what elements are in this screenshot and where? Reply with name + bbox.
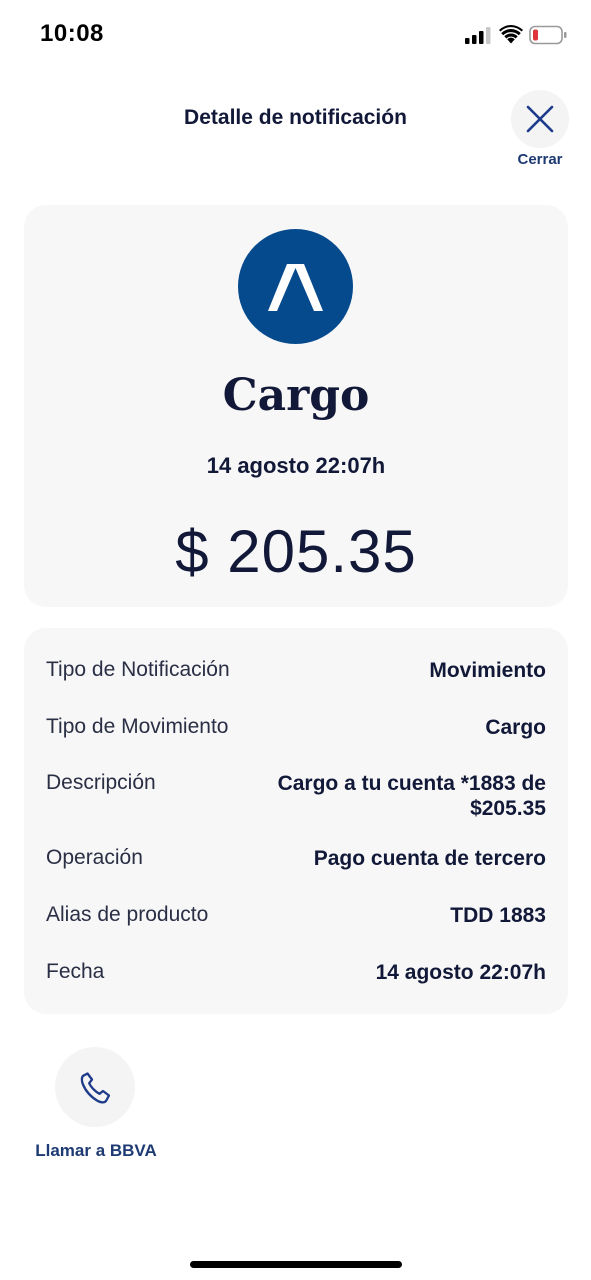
notification-detail-screen: 10:08 Detalle de notificación Cerrar Car…	[0, 0, 591, 1280]
close-icon[interactable]	[525, 104, 555, 134]
call-bbva-label[interactable]: Llamar a BBVA	[30, 1141, 162, 1161]
battery-icon	[529, 25, 567, 45]
detail-label: Tipo de Notificación	[46, 658, 230, 681]
call-button-circle[interactable]	[55, 1047, 135, 1127]
detail-value: Movimiento	[429, 659, 546, 682]
detail-value: 14 agosto 22:07h	[375, 961, 546, 984]
cellular-signal-icon	[465, 27, 491, 44]
detail-value: Pago cuenta de tercero	[313, 847, 546, 870]
detail-label: Tipo de Movimiento	[46, 715, 229, 738]
movement-amount: $ 205.35	[175, 518, 417, 585]
status-time: 10:08	[40, 20, 104, 47]
details-card: Tipo de Notificación Movimiento Tipo de …	[24, 628, 568, 1014]
detail-label: Operación	[46, 846, 143, 869]
status-bar: 10:08	[0, 0, 591, 70]
detail-value: TDD 1883	[450, 904, 546, 927]
detail-label: Descripción	[46, 771, 156, 794]
close-label[interactable]: Cerrar	[510, 151, 570, 168]
detail-label: Alias de producto	[46, 903, 209, 926]
close-button-circle[interactable]	[511, 90, 569, 148]
movement-type-badge	[238, 229, 353, 344]
page-title: Detalle de notificación	[184, 106, 407, 129]
movement-summary-card: Cargo 14 agosto 22:07h $ 205.35	[24, 205, 568, 607]
movement-type-title: Cargo	[222, 370, 370, 421]
call-bbva-button[interactable]: Llamar a BBVA	[30, 1045, 162, 1170]
phone-icon[interactable]	[78, 1070, 114, 1106]
home-indicator[interactable]	[190, 1261, 402, 1268]
wifi-icon	[499, 25, 523, 44]
detail-value: Cargo	[485, 716, 546, 739]
arrow-up-caret-icon	[268, 264, 323, 311]
close-button[interactable]: Cerrar	[510, 90, 570, 170]
detail-label: Fecha	[46, 960, 105, 983]
detail-value: Cargo a tu cuenta *1883 de $205.35	[277, 772, 546, 820]
movement-date: 14 agosto 22:07h	[206, 453, 386, 478]
